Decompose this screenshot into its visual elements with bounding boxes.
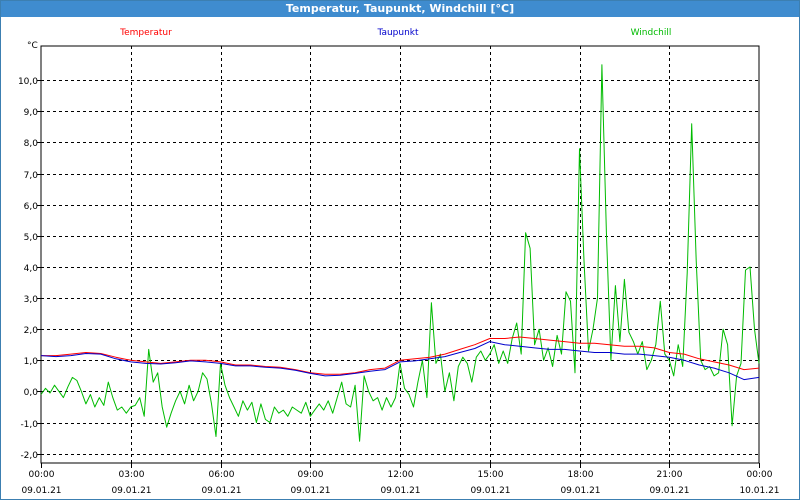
y-tick-label: 8,0 — [24, 139, 39, 149]
y-tick-label: 6,0 — [24, 202, 39, 212]
chart-window: Temperatur, Taupunkt, Windchill [°C] -2,… — [0, 0, 800, 500]
legend-entry-temperatur: Temperatur — [119, 28, 172, 38]
y-tick-label: 0,0 — [24, 388, 39, 398]
x-tick-time-label: 00:00 — [747, 470, 773, 480]
x-tick-date-label: 09.01.21 — [560, 486, 600, 496]
x-tick-time-label: 15:00 — [478, 470, 504, 480]
y-tick-label: 3,0 — [24, 295, 39, 305]
y-tick-label: 4,0 — [24, 264, 39, 274]
x-tick-time-label: 21:00 — [657, 470, 683, 480]
x-tick-date-label: 09.01.21 — [380, 486, 420, 496]
chart-canvas: -2,0 -1,0 0,0 1,0 2,0 3,0 4,0 5,0 6,0 7,0 8,0 9,0 10… — [18, 28, 780, 496]
legend-entry-taupunkt: Taupunkt — [376, 28, 419, 38]
x-tick-time-label: 00:00 — [29, 470, 55, 480]
y-tick-label: 9,0 — [24, 108, 39, 118]
x-tick-time-label: 06:00 — [209, 470, 235, 480]
x-tick-time-label: 12:00 — [388, 470, 414, 480]
y-tick-label: -2,0 — [20, 451, 38, 461]
y-tick-label: 2,0 — [24, 326, 39, 336]
x-tick-date-label: 09.01.21 — [111, 486, 151, 496]
x-tick-time-label: 09:00 — [298, 470, 324, 480]
legend-entry-windchill: Windchill — [631, 28, 672, 38]
x-tick-date-label: 09.01.21 — [201, 486, 241, 496]
x-tick-date-label: 09.01.21 — [290, 486, 330, 496]
x-tick-date-label: 09.01.21 — [649, 486, 689, 496]
y-tick-label: 1,0 — [24, 357, 39, 367]
y-tick-label: -1,0 — [20, 420, 38, 430]
y-tick-label: 10,0 — [18, 77, 38, 87]
x-tick-date-label: 09.01.21 — [21, 486, 61, 496]
x-tick-time-label: 18:00 — [568, 470, 594, 480]
y-axis-unit-label: °C — [27, 41, 38, 51]
x-tick-time-label: 03:00 — [119, 470, 145, 480]
y-tick-label: 5,0 — [24, 233, 39, 243]
x-tick-date-label: 10.01.21 — [739, 486, 779, 496]
x-tick-date-label: 09.01.21 — [470, 486, 510, 496]
y-tick-label: 7,0 — [24, 171, 39, 181]
